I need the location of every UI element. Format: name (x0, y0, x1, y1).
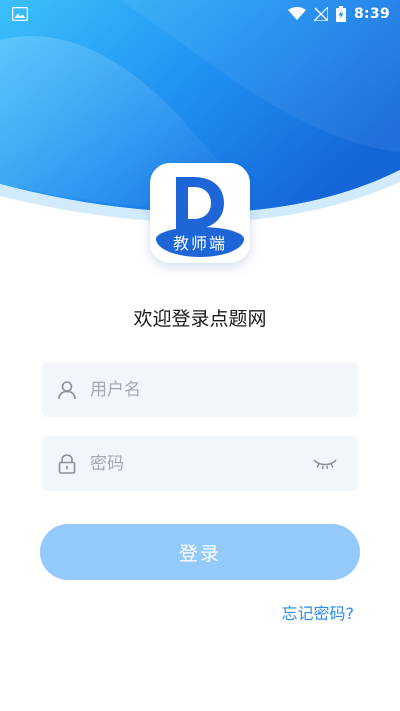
image-icon (12, 7, 28, 21)
eye-closed-icon[interactable] (312, 454, 338, 474)
username-input[interactable] (88, 361, 358, 418)
login-button[interactable]: 登录 (40, 524, 360, 580)
password-field[interactable] (42, 435, 358, 492)
logo-d-letter (176, 177, 224, 233)
welcome-title: 欢迎登录点题网 (133, 308, 267, 330)
status-time: 8:39 (353, 6, 390, 22)
logo-banner: 教师端 (156, 227, 244, 257)
battery-charging-icon (335, 6, 346, 22)
password-input[interactable] (88, 435, 312, 492)
forgot-password-link[interactable]: 忘记密码? (282, 600, 355, 624)
lock-icon (56, 453, 78, 475)
status-bar: 8:39 (0, 0, 400, 28)
logo-banner-text: 教师端 (172, 234, 227, 253)
no-signal-icon (313, 7, 328, 21)
username-field[interactable] (42, 361, 358, 418)
user-icon (56, 379, 78, 401)
app-logo: 教师端 (150, 163, 250, 263)
wifi-icon (287, 7, 306, 21)
